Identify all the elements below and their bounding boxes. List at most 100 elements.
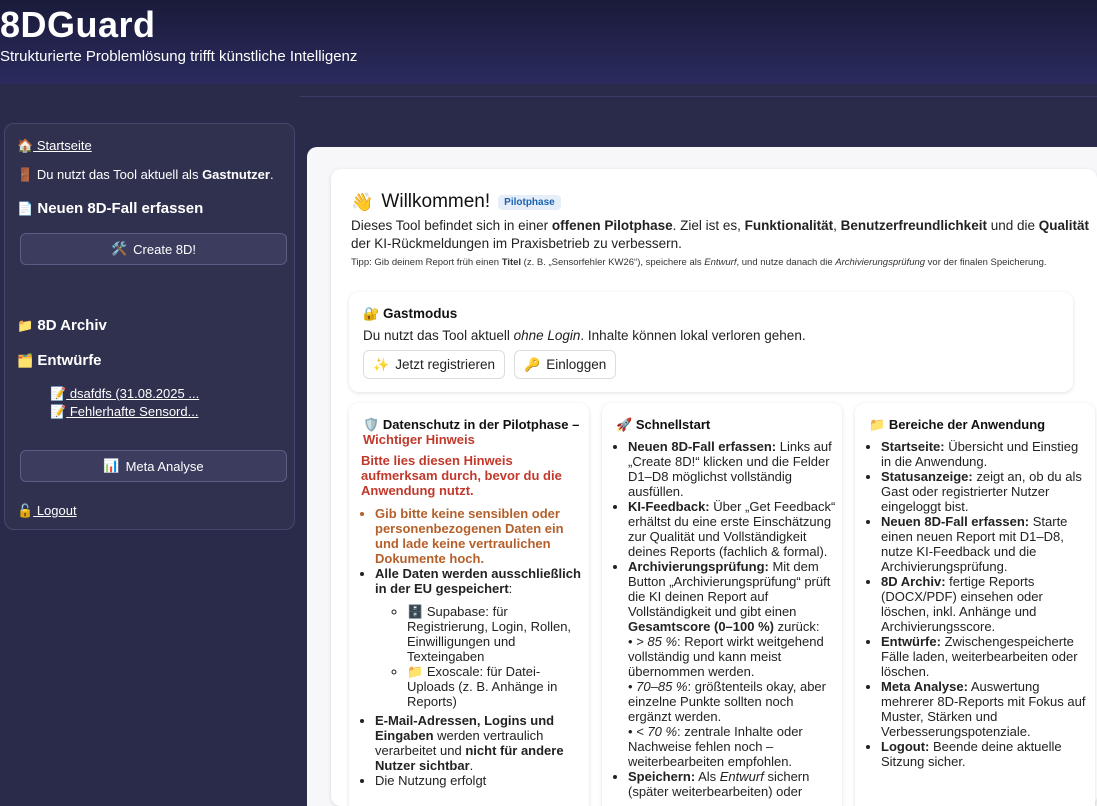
list-item: 📁 Exoscale: für Datei-Uploads (z. B. Anh… (407, 664, 583, 709)
logout-link[interactable]: 🔓 Logout (17, 503, 77, 519)
bar-chart-icon: 📊 (103, 458, 120, 473)
app-title: 8DGuard (0, 4, 156, 45)
areas-title: 📁 Bereiche der Anwendung (869, 417, 1089, 432)
meta-analyse-label: Meta Analyse (125, 458, 204, 474)
body-text: und die (986, 218, 1039, 233)
list-strong: Meta Analyse: (881, 679, 968, 694)
list-item: 8D Archiv: fertige Reports (DOCX/PDF) ei… (881, 574, 1089, 634)
door-icon: 🚪 (17, 167, 34, 182)
privacy-title: 🛡️ Datenschutz in der Pilotphase – Wicht… (363, 417, 583, 447)
lock-icon: 🔐 (363, 306, 380, 321)
list-item: Logout: Beende deine aktuelle Sitzung si… (881, 739, 1089, 769)
draft-item[interactable]: 📝 dsafdfs (31.08.2025 ... (50, 386, 199, 402)
unlock-icon: 🔓 (17, 503, 34, 518)
house-icon: 🏠 (17, 138, 34, 153)
body-text: , (833, 218, 841, 233)
create-8d-button[interactable]: 🛠️ Create 8D! (20, 233, 287, 265)
pilot-badge: Pilotphase (498, 194, 561, 210)
list-item: Neuen 8D-Fall erfassen: Links auf „Creat… (628, 439, 836, 499)
welcome-title-text: Willkommen! (381, 191, 491, 212)
tip-text: Tipp: Gib deinem Report früh einen (351, 257, 502, 268)
privacy-card: 🛡️ Datenschutz in der Pilotphase – Wicht… (349, 403, 589, 806)
quickstart-title-text: Schnellstart (635, 417, 711, 432)
guest-mode-card: 🔐 Gastmodus Du nutzt das Tool aktuell oh… (349, 292, 1073, 392)
list-text: Supabase: für Registrierung, Login, Roll… (407, 604, 572, 664)
memo-icon: 📝 (50, 404, 67, 419)
list-item: Statusanzeige: zeigt an, ob du als Gast … (881, 469, 1089, 514)
app-subtitle: Strukturierte Problemlösung trifft künst… (0, 48, 358, 65)
list-em: Entwurf (719, 769, 764, 784)
guest-status-role: Gastnutzer (202, 167, 270, 182)
list-item: KI-Feedback: Über „Get Feedback“ erhälts… (628, 499, 836, 559)
list-item: Speichern: Als Entwurf sichern (später w… (628, 769, 836, 799)
welcome-body: Dieses Tool befindet sich in einer offen… (351, 217, 1091, 253)
logout-label: Logout (36, 503, 77, 518)
list-item: Archivierungsprüfung: Mit dem Button „Ar… (628, 559, 836, 769)
folder-icon: 📁 (17, 318, 34, 333)
body-text: Dieses Tool befindet sich in einer (351, 218, 552, 233)
privacy-alert: Bitte lies diesen Hinweis aufmerksam dur… (361, 453, 562, 498)
meta-analyse-button[interactable]: 📊 Meta Analyse (20, 450, 287, 482)
sparkles-icon: ✨ (373, 356, 390, 372)
guest-mode-title: 🔐 Gastmodus (363, 306, 457, 322)
tip-text: vor der finalen Speicherung. (925, 257, 1047, 268)
rocket-icon: 🚀 (616, 417, 633, 432)
login-button[interactable]: 🔑 Einloggen (514, 350, 617, 379)
app-header: 8DGuard Strukturierte Problemlösung trif… (0, 0, 1097, 84)
list-text: Exoscale: für Datei-Uploads (z. B. Anhän… (407, 664, 558, 709)
score-line: • < 70 %: zentrale Inhalte oder Nachweis… (628, 724, 803, 769)
drafts-label: Entwürfe (37, 352, 102, 369)
areas-title-text: Bereiche der Anwendung (888, 417, 1046, 432)
list-strong: Alle Daten werden ausschließlich in der … (375, 566, 581, 596)
login-label: Einloggen (546, 357, 607, 372)
list-strong: Gesamtscore (0–100 %) (628, 619, 774, 634)
list-strong: Statusanzeige: (881, 469, 973, 484)
welcome-card: 👋 Willkommen! Pilotphase Dieses Tool bef… (331, 169, 1097, 806)
list-strong: Neuen 8D-Fall erfassen: (628, 439, 777, 454)
score-line: • 70–85 %: größtenteils okay, aber einze… (628, 679, 826, 724)
sidebar-heading-new-case: 📄 Neuen 8D-Fall erfassen (17, 200, 203, 217)
list-item: 🗄️ Supabase: für Registrierung, Login, R… (407, 604, 583, 664)
score-range: > 85 % (636, 634, 678, 649)
guest-text: . Inhalte können lokal verloren gehen. (580, 328, 806, 343)
list-item: E-Mail-Adressen, Logins und Eingaben wer… (375, 713, 583, 773)
list-text: . (469, 758, 474, 773)
draft-item[interactable]: 📝 Fehlerhafte Sensord... (50, 404, 198, 420)
sidebar-item-drafts[interactable]: 🗂️ Entwürfe (17, 352, 102, 369)
list-text: zurück: (773, 619, 820, 634)
guest-text-em: ohne Login (513, 328, 581, 343)
database-icon: 🗄️ (407, 604, 424, 619)
list-strong: Archivierungsprüfung: (628, 559, 769, 574)
guest-status-text: Du nutzt das Tool aktuell als (36, 167, 203, 182)
tip-em: Entwurf (704, 257, 737, 268)
document-icon: 📄 (17, 201, 34, 216)
quickstart-content: Neuen 8D-Fall erfassen: Links auf „Creat… (614, 439, 836, 799)
privacy-title-text: Datenschutz in der Pilotphase – (382, 417, 580, 432)
main-panel: 👋 Willkommen! Pilotphase Dieses Tool bef… (307, 147, 1097, 806)
list-item: Startseite: Übersicht und Einstieg in di… (881, 439, 1089, 469)
register-label: Jetzt registrieren (395, 357, 495, 372)
quickstart-title: 🚀 Schnellstart (616, 417, 836, 432)
guest-status-end: . (269, 167, 274, 182)
list-strong: Logout: (881, 739, 930, 754)
sidebar-home-label: Startseite (36, 138, 92, 153)
score-range: 70–85 % (636, 679, 688, 694)
register-button[interactable]: ✨ Jetzt registrieren (363, 350, 505, 379)
memo-icon: 📝 (50, 386, 67, 401)
draft-item-label: dsafdfs (31.08.2025 ... (69, 386, 200, 401)
body-strong: Funktionalität (744, 218, 834, 233)
list-strong: Neuen 8D-Fall erfassen: (881, 514, 1030, 529)
sidebar-item-archive[interactable]: 📁 8D Archiv (17, 317, 107, 334)
sidebar-item-home[interactable]: 🏠 Startseite (17, 138, 92, 154)
folder-open-icon: 🗂️ (17, 353, 34, 368)
body-text: . Ziel ist es, (672, 218, 745, 233)
areas-list: Startseite: Übersicht und Einstieg in di… (867, 439, 1089, 769)
storage-list: 🗄️ Supabase: für Registrierung, Login, R… (375, 604, 583, 709)
body-strong: Benutzerfreundlichkeit (840, 218, 987, 233)
privacy-content: Bitte lies diesen Hinweis aufmerksam dur… (361, 453, 583, 788)
list-strong: Entwürfe: (881, 634, 941, 649)
guest-mode-text: Du nutzt das Tool aktuell ohne Login. In… (363, 328, 806, 343)
list-item: Meta Analyse: Auswertung mehrerer 8D-Rep… (881, 679, 1089, 739)
draft-item-label: Fehlerhafte Sensord... (69, 404, 199, 419)
list-text: : (508, 581, 513, 596)
